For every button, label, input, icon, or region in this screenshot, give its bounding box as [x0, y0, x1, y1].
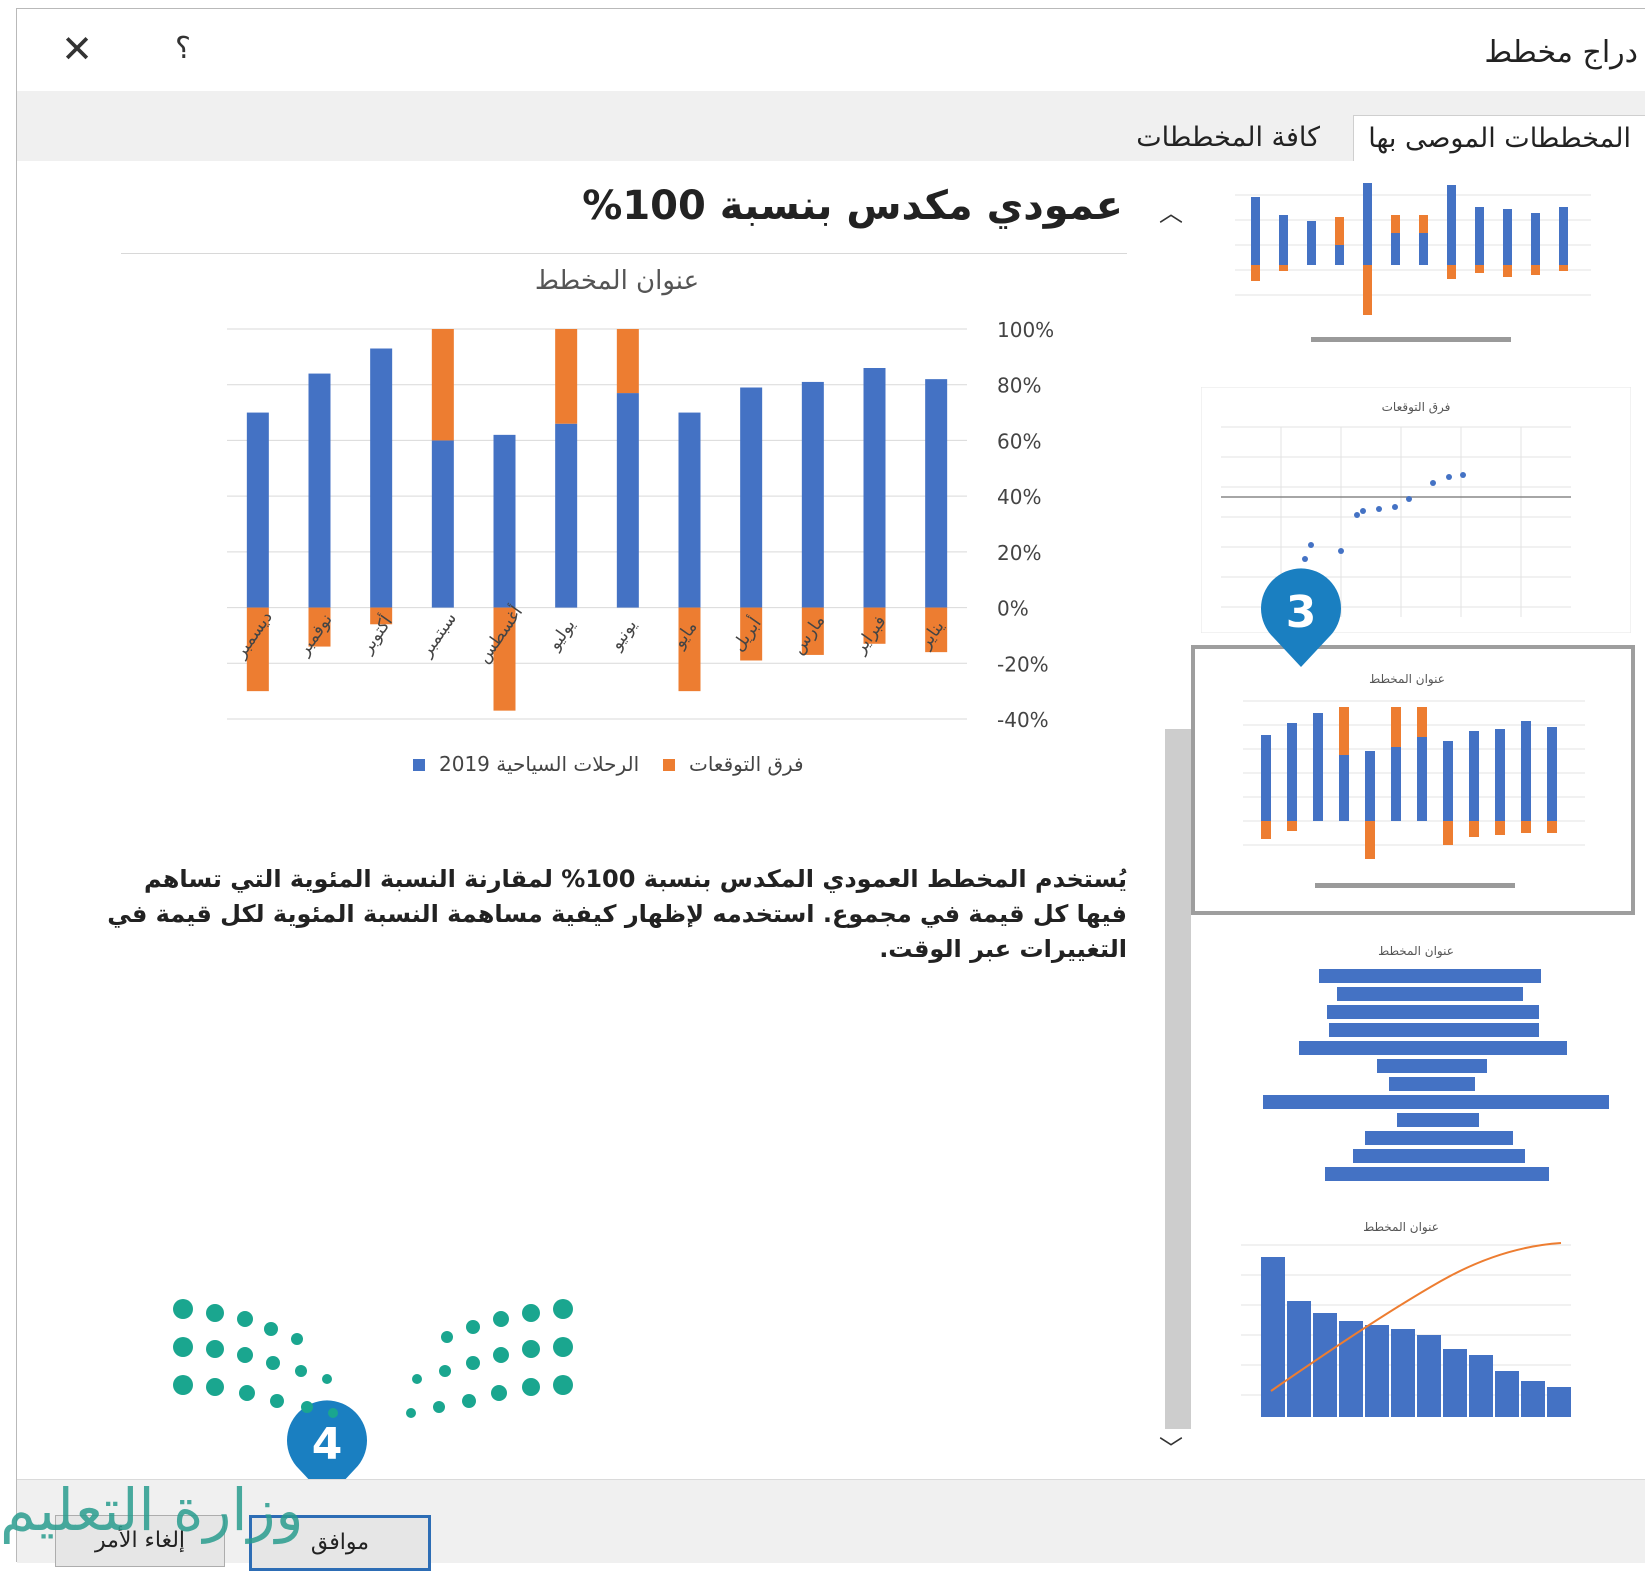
ministry-logo	[167, 1297, 607, 1441]
y-tick-label: 20%	[997, 541, 1041, 565]
chart-description: يُستخدم المخطط العمودي المكدس بنسبة 100%…	[107, 865, 1127, 963]
x-tick-label: سبتمبر	[416, 609, 461, 661]
step-marker-3: 3	[1253, 563, 1349, 671]
tab-all-charts[interactable]: كافة المخططات	[1122, 115, 1334, 161]
y-tick-label: 0%	[997, 597, 1029, 621]
chart-preview: عنوان المخطط 100% 80% 60% 40% 20% 0% -20% -40% ين…	[167, 257, 1125, 837]
y-tick-label: 60%	[997, 429, 1041, 453]
y-tick-label: -20%	[997, 652, 1049, 676]
thumb-column-chart[interactable]	[1191, 175, 1631, 365]
preview-divider	[121, 253, 1127, 254]
legend-label-series-1: الرحلات السياحية 2019	[439, 752, 639, 776]
legend-marker-series-2	[663, 759, 675, 771]
legend-label-series-2: فرق التوقعات	[689, 752, 804, 776]
bar-series-1	[431, 440, 454, 608]
bar-series-1	[246, 412, 269, 608]
thumb-column-svg	[1235, 183, 1591, 342]
bar-series-2	[616, 329, 639, 394]
preview-title: عمودي مكدس بنسبة 100%	[582, 183, 1123, 229]
x-tick-label: يوليو	[544, 615, 580, 654]
chart-svg: عنوان المخطط100%80%60%40%20%0%-20%-40%ين…	[227, 266, 1054, 776]
thumb-pareto-svg: عنوان المخطط	[1241, 1220, 1571, 1417]
thumb-stacked-svg: عنوان المخطط	[1243, 672, 1585, 888]
thumb-pareto-title: عنوان المخطط	[1363, 1220, 1439, 1235]
thumb-scatter-title: فرق التوقعات	[1382, 400, 1451, 415]
ministry-watermark: وزارة التعليم	[0, 1476, 304, 1544]
help-icon[interactable]: ؟	[175, 31, 191, 66]
thumbnail-scrollbar[interactable]: ︿ ﹀	[1153, 191, 1199, 1463]
tab-recommended-charts[interactable]: المخططات الموصى بها	[1353, 115, 1645, 162]
y-tick-label: 100%	[997, 318, 1054, 342]
thumb-bar-title: عنوان المخطط	[1378, 944, 1454, 959]
title-bar: دراج مخطط ✕ ؟	[17, 9, 1645, 91]
bar-series-1	[801, 381, 824, 608]
insert-chart-dialog: دراج مخطط ✕ ؟ المخططات الموصى بها كافة ا…	[16, 8, 1645, 1571]
thumb-bar-svg: عنوان المخطط	[1263, 944, 1609, 1181]
bar-series-1	[678, 412, 701, 608]
bar-series-1	[555, 423, 578, 608]
close-icon[interactable]: ✕	[57, 29, 97, 69]
bar-series-1	[740, 387, 763, 608]
x-tick-label: يونيو	[606, 616, 642, 655]
bar-series-1	[925, 379, 948, 608]
bar-series-1	[370, 348, 393, 608]
y-tick-label: 80%	[997, 374, 1041, 398]
y-tick-label: -40%	[997, 708, 1049, 732]
dialog-title: دراج مخطط	[1484, 35, 1638, 70]
thumb-pareto-chart[interactable]: عنوان المخطط	[1201, 1205, 1631, 1467]
bar-series-1	[616, 393, 639, 608]
bar-series-1	[308, 373, 331, 608]
bar-series-2	[431, 329, 454, 441]
bar-series-1	[493, 434, 516, 608]
legend-marker-series-1	[413, 759, 425, 771]
thumb-bar-chart[interactable]: عنوان المخطط	[1201, 929, 1631, 1191]
thumb-stacked-100-chart[interactable]: عنوان المخطط	[1191, 645, 1635, 915]
bar-series-2	[555, 329, 578, 424]
step-marker-3-label: 3	[1286, 587, 1317, 638]
chevron-down-icon[interactable]: ﹀	[1159, 1429, 1183, 1464]
chart-title: عنوان المخطط	[535, 266, 699, 296]
scroll-thumb[interactable]	[1165, 729, 1191, 1429]
thumb-stacked-title: عنوان المخطط	[1369, 672, 1445, 687]
y-tick-label: 40%	[997, 485, 1041, 509]
tab-strip: المخططات الموصى بها كافة المخططات	[17, 91, 1645, 162]
bar-series-1	[863, 368, 886, 608]
chevron-up-icon[interactable]: ︿	[1159, 193, 1183, 228]
